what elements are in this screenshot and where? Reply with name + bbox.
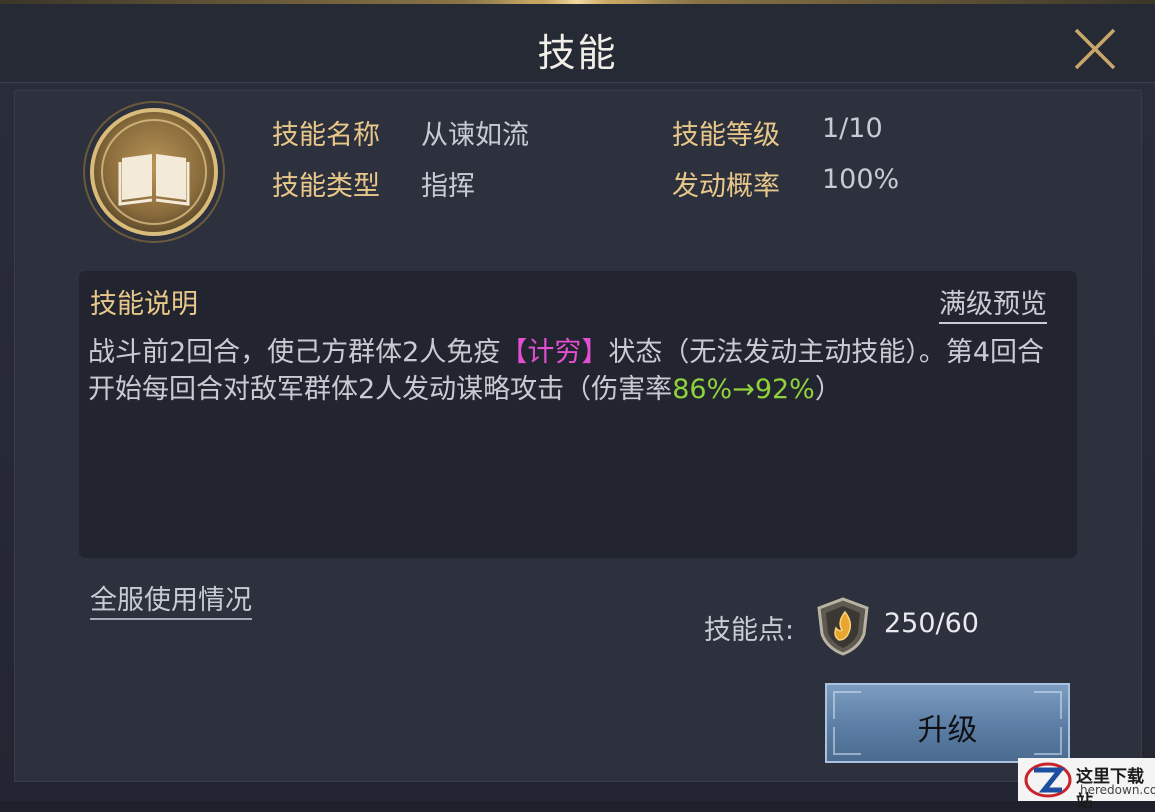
watermark-logo-icon [1024, 762, 1072, 798]
close-button[interactable] [1070, 24, 1120, 74]
close-x-icon [1074, 28, 1116, 70]
description-part-3: ） [814, 374, 842, 405]
skill-name-label: 技能名称 [272, 120, 380, 151]
upgrade-button-label: 升级 [917, 713, 978, 748]
skill-type-label: 技能类型 [272, 171, 380, 202]
upgrade-button[interactable]: 升级 [825, 683, 1070, 763]
open-book-icon [83, 101, 225, 243]
server-usage-link[interactable]: 全服使用情况 [90, 578, 252, 620]
trigger-chance-value: 100% [822, 164, 900, 195]
skill-points-value: 250/60 [884, 608, 979, 639]
skill-points-icon [815, 596, 871, 656]
skill-level-value: 1/10 [822, 113, 883, 144]
description-title: 技能说明 [90, 289, 198, 320]
skill-icon [82, 100, 226, 244]
skill-level-label: 技能等级 [672, 120, 780, 151]
description-box [79, 271, 1077, 558]
damage-rate-value: 86%→92% [672, 374, 815, 405]
window-header: 技能 [0, 4, 1155, 83]
skill-name-value: 从谏如流 [421, 120, 529, 151]
status-keyword: 【计穷】 [500, 337, 609, 368]
description-text: 战斗前2回合，使己方群体2人免疫【计穷】状态（无法发动主动技能）。第4回合开始每… [88, 334, 1063, 408]
skill-window: 技能 技能名称 从谏如流 技能等级 1/10 技能类型 指挥 发动概率 100%… [0, 0, 1155, 812]
description-part-1: 战斗前2回合，使己方群体2人免疫 [88, 337, 501, 368]
site-watermark: 这里下载站 heredown.com [1018, 758, 1155, 812]
window-title: 技能 [537, 31, 618, 75]
shield-flame-icon [817, 597, 869, 656]
skill-type-value: 指挥 [421, 171, 475, 202]
watermark-url: heredown.com [1080, 783, 1155, 797]
trigger-chance-label: 发动概率 [672, 171, 780, 202]
skill-points-label: 技能点: [704, 615, 795, 646]
max-level-preview-link[interactable]: 满级预览 [939, 282, 1047, 324]
